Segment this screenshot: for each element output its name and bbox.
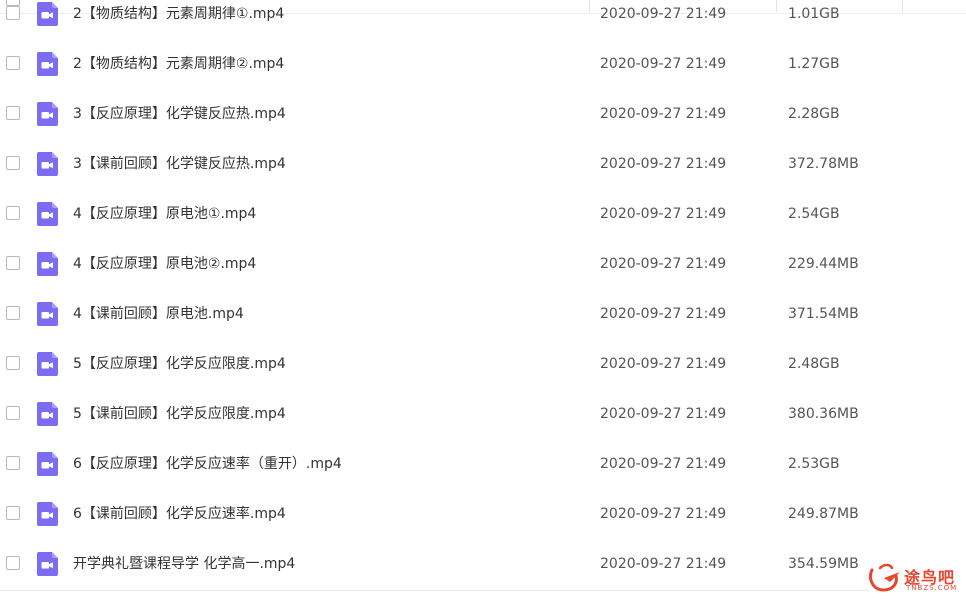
file-row[interactable]: 3【反应原理】化学键反应热.mp4 2020-09-27 21:49 2.28G… bbox=[0, 90, 966, 140]
row-checkbox[interactable] bbox=[6, 556, 20, 570]
file-name[interactable]: 3【课前回顾】化学键反应热.mp4 bbox=[73, 154, 286, 174]
file-name[interactable]: 4【反应原理】原电池①.mp4 bbox=[73, 204, 256, 224]
video-file-icon bbox=[37, 402, 58, 426]
watermark-bird-logo-icon bbox=[869, 563, 900, 592]
file-row[interactable]: 4【反应原理】原电池②.mp4 2020-09-27 21:49 229.44M… bbox=[0, 240, 966, 290]
row-checkbox[interactable] bbox=[6, 6, 20, 20]
file-size: 249.87MB bbox=[788, 506, 859, 522]
file-row[interactable]: 4【课前回顾】原电池.mp4 2020-09-27 21:49 371.54MB bbox=[0, 290, 966, 340]
row-checkbox[interactable] bbox=[6, 256, 20, 270]
video-file-icon bbox=[37, 302, 58, 326]
file-modified-time: 2020-09-27 21:49 bbox=[600, 106, 727, 122]
row-checkbox[interactable] bbox=[6, 406, 20, 420]
video-file-icon bbox=[37, 552, 58, 576]
file-size: 354.59MB bbox=[788, 556, 859, 572]
file-name[interactable]: 开学典礼暨课程导学 化学高一.mp4 bbox=[73, 554, 295, 574]
file-modified-time: 2020-09-27 21:49 bbox=[600, 556, 727, 572]
file-name[interactable]: 6【反应原理】化学反应速率（重开）.mp4 bbox=[73, 454, 342, 474]
file-name[interactable]: 4【课前回顾】原电池.mp4 bbox=[73, 304, 244, 324]
row-checkbox[interactable] bbox=[6, 456, 20, 470]
file-row[interactable]: 5【课前回顾】化学反应限度.mp4 2020-09-27 21:49 380.3… bbox=[0, 390, 966, 440]
file-modified-time: 2020-09-27 21:49 bbox=[600, 6, 727, 22]
file-size: 229.44MB bbox=[788, 256, 859, 272]
file-size: 380.36MB bbox=[788, 406, 859, 422]
file-name[interactable]: 5【课前回顾】化学反应限度.mp4 bbox=[73, 404, 286, 424]
row-checkbox[interactable] bbox=[6, 506, 20, 520]
file-row[interactable]: 2【物质结构】元素周期律②.mp4 2020-09-27 21:49 1.27G… bbox=[0, 40, 966, 90]
video-file-icon bbox=[37, 152, 58, 176]
video-file-icon bbox=[37, 52, 58, 76]
video-file-icon bbox=[37, 102, 58, 126]
file-list: 2【物质结构】元素周期律①.mp4 2020-09-27 21:49 1.01G… bbox=[0, 0, 966, 590]
video-file-icon bbox=[37, 352, 58, 376]
file-row[interactable]: 2【物质结构】元素周期律①.mp4 2020-09-27 21:49 1.01G… bbox=[0, 0, 966, 40]
file-modified-time: 2020-09-27 21:49 bbox=[600, 156, 727, 172]
watermark-subtext: TNBZS.COM bbox=[906, 584, 958, 592]
file-size: 372.78MB bbox=[788, 156, 859, 172]
file-size: 2.28GB bbox=[788, 106, 840, 122]
file-name[interactable]: 4【反应原理】原电池②.mp4 bbox=[73, 254, 256, 274]
file-modified-time: 2020-09-27 21:49 bbox=[600, 356, 727, 372]
row-checkbox[interactable] bbox=[6, 156, 20, 170]
file-row[interactable]: 5【反应原理】化学反应限度.mp4 2020-09-27 21:49 2.48G… bbox=[0, 340, 966, 390]
file-modified-time: 2020-09-27 21:49 bbox=[600, 306, 727, 322]
video-file-icon bbox=[37, 252, 58, 276]
row-checkbox[interactable] bbox=[6, 306, 20, 320]
file-size: 1.27GB bbox=[788, 56, 840, 72]
row-checkbox[interactable] bbox=[6, 356, 20, 370]
file-modified-time: 2020-09-27 21:49 bbox=[600, 56, 727, 72]
video-file-icon bbox=[37, 502, 58, 526]
file-row[interactable]: 6【课前回顾】化学反应速率.mp4 2020-09-27 21:49 249.8… bbox=[0, 490, 966, 540]
file-row[interactable]: 开学典礼暨课程导学 化学高一.mp4 2020-09-27 21:49 354.… bbox=[0, 540, 966, 590]
file-size: 2.53GB bbox=[788, 456, 840, 472]
row-checkbox[interactable] bbox=[6, 206, 20, 220]
row-checkbox[interactable] bbox=[6, 56, 20, 70]
video-file-icon bbox=[37, 202, 58, 226]
video-file-icon bbox=[37, 452, 58, 476]
watermark: 途鸟吧 TNBZS.COM bbox=[862, 560, 962, 596]
list-bottom-border bbox=[0, 590, 870, 591]
file-row[interactable]: 6【反应原理】化学反应速率（重开）.mp4 2020-09-27 21:49 2… bbox=[0, 440, 966, 490]
file-row[interactable]: 4【反应原理】原电池①.mp4 2020-09-27 21:49 2.54GB bbox=[0, 190, 966, 240]
file-modified-time: 2020-09-27 21:49 bbox=[600, 256, 727, 272]
file-size: 371.54MB bbox=[788, 306, 859, 322]
file-name[interactable]: 5【反应原理】化学反应限度.mp4 bbox=[73, 354, 286, 374]
video-file-icon bbox=[37, 2, 58, 26]
file-modified-time: 2020-09-27 21:49 bbox=[600, 406, 727, 422]
row-checkbox[interactable] bbox=[6, 106, 20, 120]
file-size: 2.48GB bbox=[788, 356, 840, 372]
file-name[interactable]: 2【物质结构】元素周期律①.mp4 bbox=[73, 4, 284, 24]
file-name[interactable]: 3【反应原理】化学键反应热.mp4 bbox=[73, 104, 286, 124]
file-modified-time: 2020-09-27 21:49 bbox=[600, 506, 727, 522]
file-name[interactable]: 6【课前回顾】化学反应速率.mp4 bbox=[73, 504, 286, 524]
file-name[interactable]: 2【物质结构】元素周期律②.mp4 bbox=[73, 54, 284, 74]
file-modified-time: 2020-09-27 21:49 bbox=[600, 456, 727, 472]
file-modified-time: 2020-09-27 21:49 bbox=[600, 206, 727, 222]
file-size: 1.01GB bbox=[788, 6, 840, 22]
file-size: 2.54GB bbox=[788, 206, 840, 222]
file-row[interactable]: 3【课前回顾】化学键反应热.mp4 2020-09-27 21:49 372.7… bbox=[0, 140, 966, 190]
